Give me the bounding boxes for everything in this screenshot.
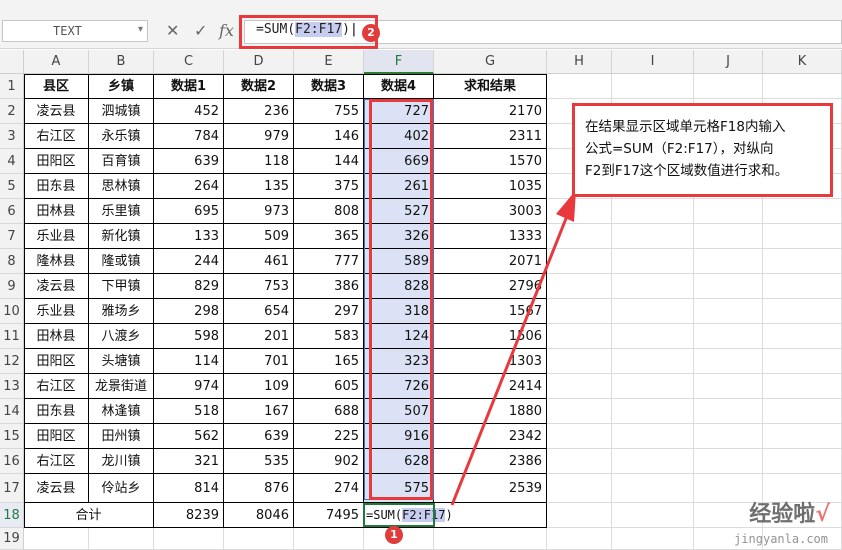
instruction-callout: 在结果显示区域单元格F18内输入 公式=SUM（F2:F17），对纵向 F2到F… — [572, 103, 833, 197]
callout-arrow — [450, 190, 576, 506]
watermark-logo: 经验啦√ — [749, 502, 830, 527]
callout-line-2: 公式=SUM（F2:F17），对纵向 — [585, 141, 774, 157]
callout-line-1: 在结果显示区域单元格F18内输入 — [585, 119, 786, 135]
callout-line-3: F2到F17这个区域数值进行求和。 — [585, 163, 789, 179]
watermark-url: jingyanla.com — [734, 532, 828, 546]
